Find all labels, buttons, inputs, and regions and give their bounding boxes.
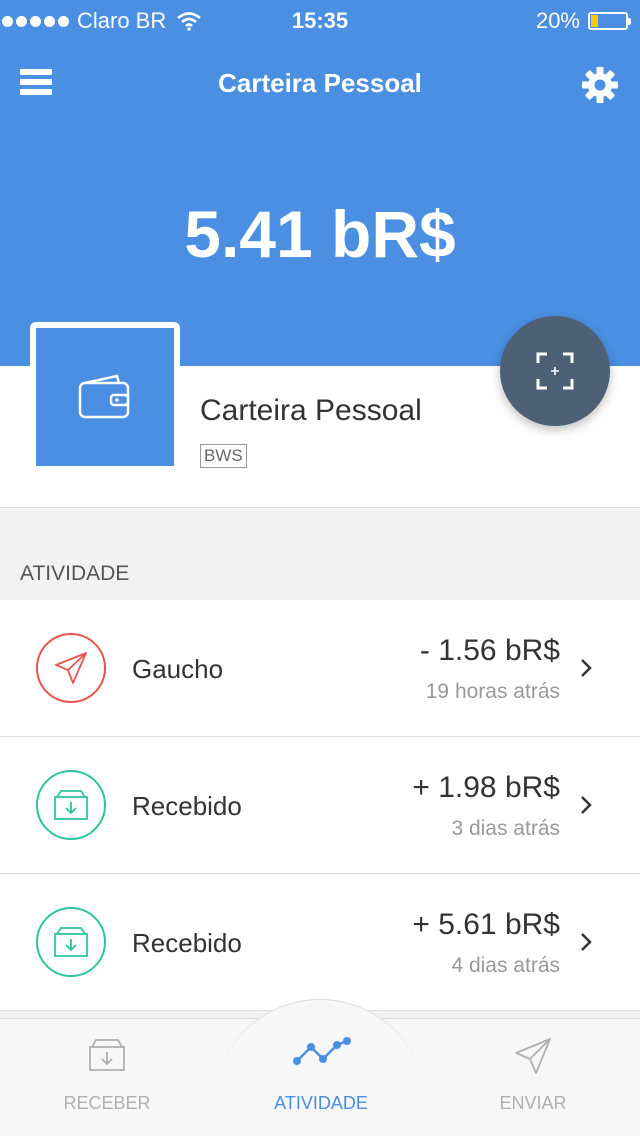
tab-enviar[interactable]: ENVIAR — [426, 1019, 640, 1136]
navbar: Carteira Pessoal — [0, 56, 640, 112]
tab-atividade[interactable]: ATIVIDADE — [214, 1019, 428, 1136]
battery-icon — [588, 12, 631, 30]
gear-icon — [582, 67, 618, 103]
activity-amount: + 1.98 bR$ — [412, 771, 560, 804]
scan-qr-button[interactable] — [500, 316, 610, 426]
tab-receber[interactable]: RECEBER — [0, 1019, 214, 1136]
tab-bar: RECEBER ATIVIDADE ENVIAR — [0, 999, 640, 1136]
activity-amount: + 5.61 bR$ — [412, 908, 560, 941]
activity-list: Gaucho - 1.56 bR$ 19 horas atrás Recebid… — [0, 600, 640, 1011]
activity-time: 4 dias atrás — [451, 954, 560, 977]
activity-row[interactable]: Recebido + 5.61 bR$ 4 dias atrás — [0, 874, 640, 1011]
battery-percent: 20% — [535, 8, 580, 33]
activity-time: 19 horas atrás — [425, 680, 560, 703]
wallet-type-badge: BWS — [200, 444, 247, 468]
activity-icon-received — [36, 770, 106, 840]
activity-label: Recebido — [132, 791, 242, 821]
activity-chart-icon — [293, 1037, 351, 1065]
chevron-right-icon — [581, 659, 592, 677]
inbox-icon — [54, 790, 88, 820]
section-label-activity: ATIVIDADE — [20, 562, 130, 585]
tab-label: ENVIAR — [499, 1093, 567, 1113]
activity-row[interactable]: Recebido + 1.98 bR$ 3 dias atrás — [0, 737, 640, 874]
wallet-name: Carteira Pessoal — [200, 394, 422, 427]
wallet-icon — [78, 374, 130, 419]
send-icon — [55, 652, 87, 684]
status-right: 20% — [535, 8, 631, 34]
scan-icon — [536, 352, 574, 390]
wallet-thumbnail — [30, 322, 180, 472]
tab-label: ATIVIDADE — [274, 1093, 368, 1113]
activity-label: Gaucho — [132, 654, 224, 684]
activity-icon-received — [36, 907, 106, 977]
activity-amount: - 1.56 bR$ — [419, 634, 560, 667]
inbox-icon — [89, 1039, 125, 1071]
activity-icon-sent — [36, 633, 106, 703]
status-bar: Claro BR 15:35 20% — [0, 0, 640, 40]
activity-row[interactable]: Gaucho - 1.56 bR$ 19 horas atrás — [0, 600, 640, 737]
chevron-right-icon — [581, 933, 592, 951]
activity-label: Recebido — [132, 928, 242, 958]
page-title: Carteira Pessoal — [218, 68, 422, 98]
send-icon — [515, 1038, 551, 1074]
settings-button[interactable] — [580, 65, 620, 105]
tab-label: RECEBER — [63, 1093, 151, 1113]
header: Claro BR 15:35 20% Carteira Pessoal 5.41… — [0, 0, 640, 366]
inbox-icon — [54, 927, 88, 957]
chevron-right-icon — [581, 796, 592, 814]
wallet-balance: 5.41 bR$ — [184, 197, 456, 271]
activity-time: 3 dias atrás — [451, 817, 560, 840]
